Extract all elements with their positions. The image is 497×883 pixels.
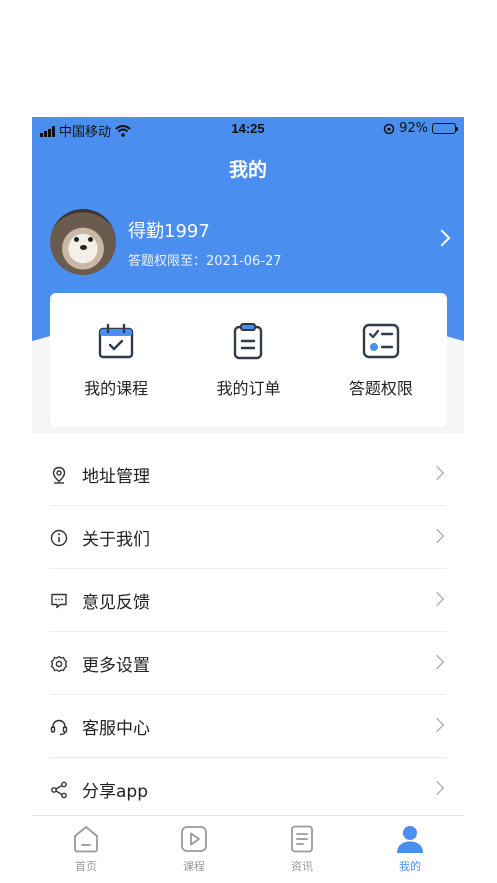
document-icon [291, 825, 313, 853]
chevron-right-icon [429, 717, 445, 733]
chevron-right-icon [429, 465, 445, 481]
avatar-eye [74, 237, 79, 242]
avatar-eye [88, 237, 93, 242]
settings-menu: 地址管理 关于我们 意见反馈 更多设置 客服中心 分享app [32, 443, 464, 821]
menu-item-share[interactable]: 分享app [32, 758, 464, 821]
answer-permission-label: 答题权限 [348, 379, 413, 398]
battery-percent: 92% [399, 121, 428, 136]
headset-icon [50, 719, 68, 735]
answer-permission-expiry: 答题权限至：2021-06-27 [128, 254, 282, 269]
phone-screen: 中国移动 14:25 92% 我的 得勤1997 答题权限至：2021-06-2… [32, 117, 464, 883]
menu-item-customer-service[interactable]: 客服中心 [32, 695, 464, 758]
menu-item-label: 分享app [82, 782, 148, 802]
gear-icon [50, 655, 68, 672]
menu-item-label: 客服中心 [82, 719, 150, 739]
menu-item-settings[interactable]: 更多设置 [32, 632, 464, 695]
my-orders-button[interactable]: 我的订单 [182, 293, 314, 427]
info-icon [50, 529, 68, 546]
menu-item-feedback[interactable]: 意见反馈 [32, 569, 464, 632]
tab-mine[interactable]: 我的 [356, 816, 464, 883]
play-icon [181, 826, 207, 852]
avatar-nose [80, 245, 87, 250]
menu-item-label: 关于我们 [82, 530, 150, 550]
tab-label: 首页 [75, 860, 97, 873]
tab-label: 课程 [183, 860, 205, 873]
chevron-right-icon [429, 528, 445, 544]
checklist-icon [362, 323, 400, 359]
menu-item-label: 更多设置 [82, 656, 150, 676]
tab-news[interactable]: 资讯 [248, 816, 356, 883]
location-pin-icon [52, 466, 66, 484]
answer-permission-button[interactable]: 答题权限 [315, 293, 447, 427]
chevron-right-icon [429, 654, 445, 670]
menu-item-about[interactable]: 关于我们 [32, 506, 464, 569]
my-orders-label: 我的订单 [216, 379, 281, 398]
chevron-right-icon [429, 591, 445, 607]
share-icon [51, 781, 67, 798]
rotation-lock-icon [383, 123, 395, 134]
chevron-right-icon [429, 780, 445, 796]
feedback-icon [51, 593, 67, 608]
tab-label: 我的 [399, 860, 421, 873]
tab-bar: 首页 课程 资讯 我的 [32, 815, 464, 883]
username[interactable]: 得勤1997 [128, 217, 210, 243]
status-bar: 中国移动 14:25 92% [32, 117, 464, 141]
my-courses-label: 我的课程 [84, 379, 149, 398]
page-title: 我的 [228, 159, 267, 181]
battery-icon [432, 123, 458, 134]
tab-home[interactable]: 首页 [32, 816, 140, 883]
calendar-check-icon [98, 323, 134, 359]
menu-item-label: 地址管理 [82, 467, 150, 487]
menu-item-address[interactable]: 地址管理 [32, 443, 464, 506]
clipboard-icon [234, 323, 263, 360]
menu-item-label: 意见反馈 [82, 593, 150, 613]
avatar[interactable] [50, 209, 116, 275]
my-courses-button[interactable]: 我的课程 [50, 293, 182, 427]
quick-actions-card: 我的课程 我的订单 答题权限 [50, 293, 447, 427]
tab-label: 资讯 [291, 860, 313, 873]
user-icon [397, 826, 423, 853]
tab-courses[interactable]: 课程 [140, 816, 248, 883]
home-icon [74, 826, 98, 853]
